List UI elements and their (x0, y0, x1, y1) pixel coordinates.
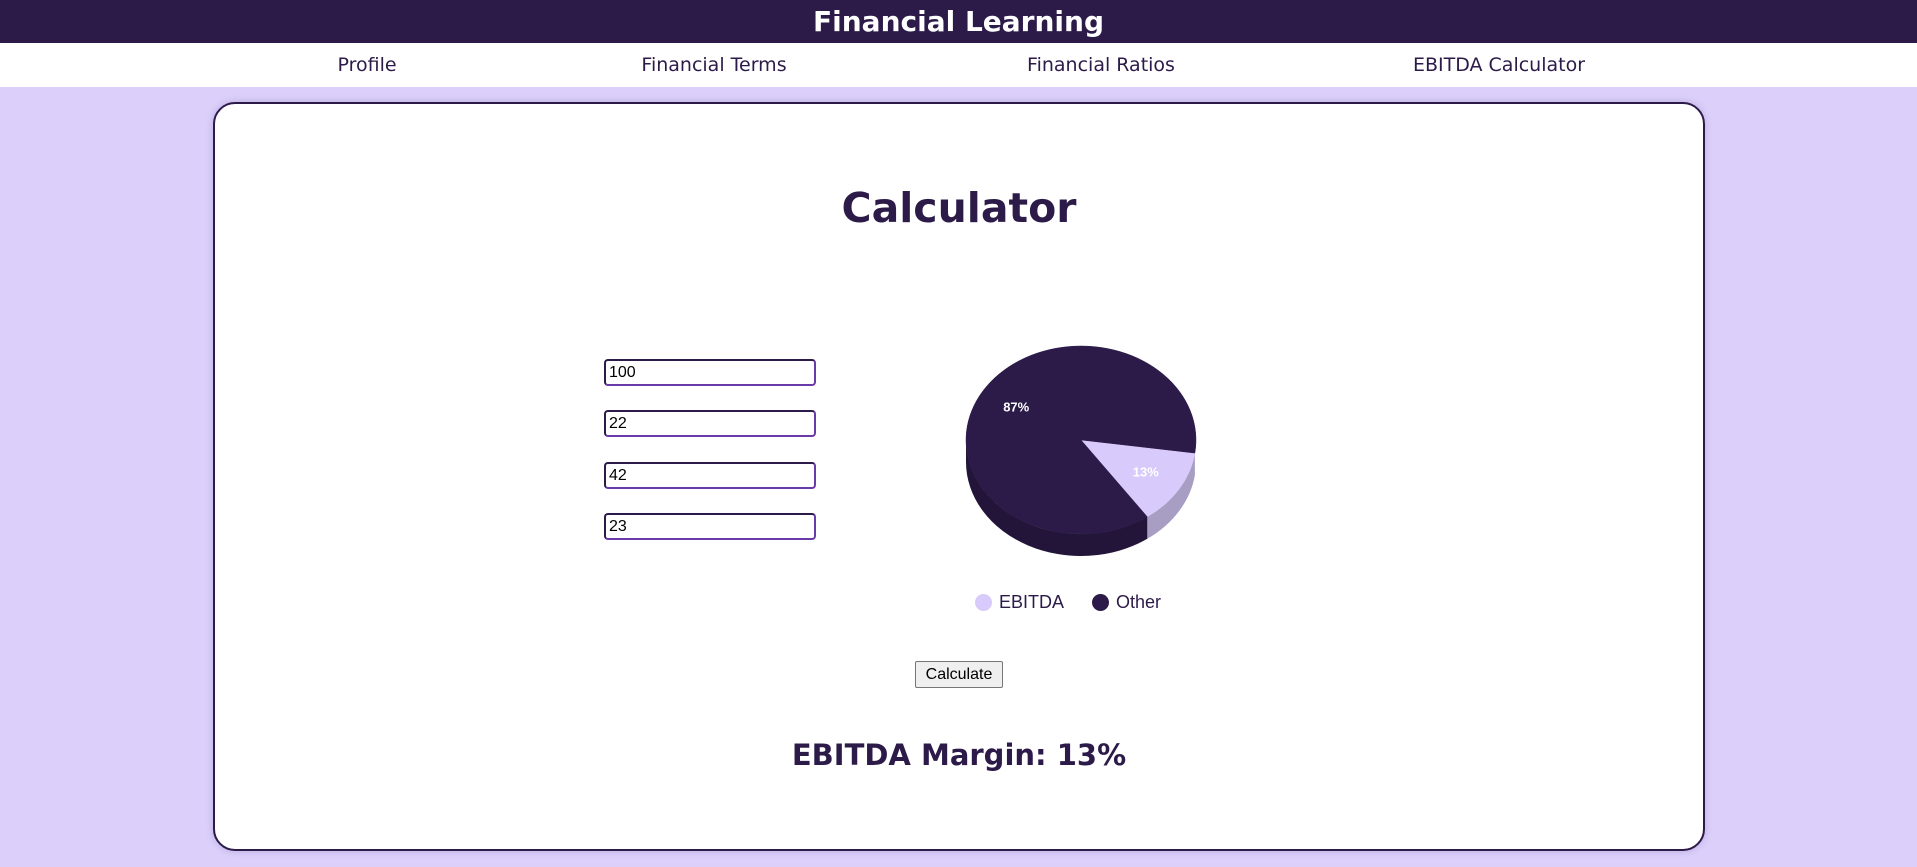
calculator-input-1[interactable] (604, 359, 816, 386)
legend-swatch-ebitda (975, 593, 992, 611)
pie-label-other: 87% (1003, 400, 1029, 415)
nav-item-ebitda-calculator[interactable]: EBITDA Calculator (1413, 43, 1585, 87)
legend-label-ebitda: EBITDA (999, 591, 1065, 612)
pie-label-ebitda: 13% (1133, 464, 1159, 479)
calculate-button[interactable]: Calculate (915, 661, 1003, 688)
chart-legend: EBITDA Other (975, 590, 1189, 614)
ebitda-pie-chart: 13% 87% (965, 345, 1197, 556)
calculator-input-2[interactable] (604, 410, 816, 437)
app-title: Financial Learning (813, 5, 1104, 38)
legend-label-other: Other (1116, 591, 1162, 612)
calculator-title: Calculator (841, 184, 1077, 232)
legend-item-other[interactable]: Other (1092, 592, 1161, 613)
calculator-card: Calculator 13% 87% EBITDA Other Calculate… (213, 102, 1705, 851)
nav-bar: Profile Financial Terms Financial Ratios… (0, 43, 1917, 87)
nav-item-profile[interactable]: Profile (337, 43, 396, 87)
legend-item-ebitda[interactable]: EBITDA (975, 592, 1064, 613)
ebitda-margin-result: EBITDA Margin: 13% (791, 738, 1127, 772)
nav-item-financial-ratios[interactable]: Financial Ratios (1027, 43, 1175, 87)
nav-item-financial-terms[interactable]: Financial Terms (641, 43, 786, 87)
legend-swatch-other (1092, 593, 1110, 611)
calculator-input-3[interactable] (604, 462, 816, 489)
app-header: Financial Learning (0, 0, 1917, 43)
calculator-input-4[interactable] (604, 513, 816, 540)
